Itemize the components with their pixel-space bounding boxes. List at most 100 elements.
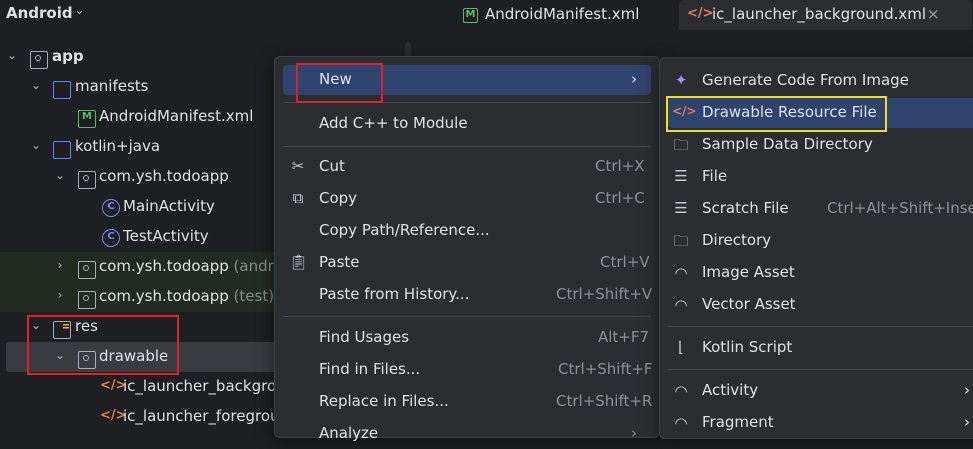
menu-item-label: Copy Path/Reference... <box>319 221 490 239</box>
submenu-item-fragment[interactable]: ◠ Fragment › <box>668 408 973 438</box>
manifest-file-icon: M <box>463 8 478 23</box>
package-icon <box>78 171 96 189</box>
submenu-item-scratch-file[interactable]: ☰ Scratch File Ctrl+Alt+Shift+Inser <box>668 194 973 224</box>
menu-item-label: Add C++ to Module <box>319 114 468 132</box>
tab-label: ic_launcher_background.xml <box>712 5 927 23</box>
kotlin-class-icon: C <box>102 199 120 217</box>
highlight-box-new <box>296 63 383 103</box>
menu-item-find-in-files[interactable]: Find in Files... Ctrl+Shift+F <box>283 355 653 385</box>
chevron-down-icon[interactable]: ⌄ <box>29 78 43 92</box>
chevron-right-icon[interactable]: › <box>53 288 67 302</box>
menu-item-label: Vector Asset <box>702 295 796 313</box>
menu-item-label: Image Asset <box>702 263 795 281</box>
chevron-down-icon[interactable]: ⌄ <box>53 168 67 182</box>
chevron-right-icon: › <box>631 424 637 442</box>
menu-shortcut: Ctrl+V <box>600 253 650 271</box>
tree-node-label: AndroidManifest.xml <box>99 107 254 125</box>
menu-shortcut: Ctrl+Shift+F <box>558 360 653 378</box>
menu-item-label: Analyze <box>319 424 379 442</box>
package-icon <box>78 291 96 309</box>
module-folder-icon <box>30 51 48 69</box>
scratch-file-icon: ☰ <box>674 199 688 217</box>
menu-shortcut: Ctrl+Alt+Shift+Inser <box>827 199 973 217</box>
submenu-item-image-asset[interactable]: ◠ Image Asset <box>668 258 973 288</box>
menu-item-replace-in-files[interactable]: Replace in Files... Ctrl+Shift+R <box>283 387 653 417</box>
chevron-right-icon: › <box>631 70 637 88</box>
menu-item-label: Copy <box>319 189 358 207</box>
menu-item-label: Sample Data Directory <box>702 135 873 153</box>
tree-node-label: ic_launcher_foregrou <box>123 407 280 425</box>
close-icon[interactable]: × <box>927 5 940 23</box>
menu-item-label: Paste <box>319 253 360 271</box>
project-view-title[interactable]: Android <box>6 4 73 22</box>
folder-icon <box>53 81 71 99</box>
scissors-icon: ✂ <box>291 157 305 175</box>
submenu-item-generate-code[interactable]: ✦ Generate Code From Image <box>668 66 973 96</box>
tree-node-label: manifests <box>75 77 149 95</box>
clipboard-icon: 📋︎ <box>289 253 309 271</box>
chevron-down-icon[interactable]: ⌄ <box>29 138 43 152</box>
chevron-down-icon[interactable]: ⌄ <box>74 3 85 18</box>
xml-file-icon: </> <box>687 6 714 21</box>
folder-icon: 🗀︎ <box>673 136 689 154</box>
android-icon: ◠ <box>674 296 688 314</box>
menu-item-copy-path[interactable]: Copy Path/Reference... <box>283 216 651 246</box>
menu-shortcut: Ctrl+Shift+V <box>556 285 653 303</box>
menu-item-label: Activity <box>702 381 759 399</box>
editor-tab-bar: M AndroidManifest.xml </> ic_launcher_ba… <box>423 0 973 30</box>
kotlin-class-icon: C <box>102 229 120 247</box>
android-icon: ◠ <box>674 382 688 400</box>
tree-node-suffix: (test) <box>233 287 275 305</box>
menu-shortcut: Ctrl+Shift+R <box>556 392 653 410</box>
menu-shortcut: Ctrl+C <box>595 189 645 207</box>
tree-node-label: com.ysh.todoapp <box>99 257 229 275</box>
menu-separator <box>668 369 973 370</box>
folder-icon: 🗀︎ <box>673 232 689 250</box>
menu-item-label: Replace in Files... <box>319 392 449 410</box>
menu-item-analyze[interactable]: Analyze › <box>283 419 651 449</box>
menu-item-label: Find Usages <box>319 328 410 346</box>
menu-separator <box>283 146 651 147</box>
tab-ic-launcher-background[interactable]: </> ic_launcher_background.xml × <box>679 0 972 30</box>
tree-node-label: com.ysh.todoapp <box>99 167 229 185</box>
menu-item-copy[interactable]: ⧉ Copy Ctrl+C <box>283 184 651 214</box>
context-menu: New › Add C++ to Module ✂ Cut Ctrl+X ⧉ C… <box>274 56 660 442</box>
submenu-item-activity[interactable]: ◠ Activity › <box>668 376 973 406</box>
chevron-right-icon: › <box>964 413 970 431</box>
project-panel-header[interactable]: Android ⌄ <box>0 0 420 28</box>
menu-item-label: Fragment <box>702 413 774 431</box>
menu-separator <box>283 316 651 317</box>
xml-file-icon: </> <box>100 378 127 393</box>
menu-item-label: Find in Files... <box>319 360 421 378</box>
menu-item-label: Cut <box>319 157 345 175</box>
manifest-file-icon: M <box>78 110 96 128</box>
android-icon: ◠ <box>674 414 688 432</box>
submenu-item-file[interactable]: ☰ File <box>668 162 973 192</box>
submenu-item-directory[interactable]: 🗀︎ Directory <box>668 226 973 256</box>
tree-node-label: TestActivity <box>123 227 209 245</box>
chevron-down-icon[interactable]: ⌄ <box>5 48 19 62</box>
submenu-item-vector-asset[interactable]: ◠ Vector Asset <box>668 290 973 320</box>
menu-item-label: Directory <box>702 231 772 249</box>
tree-node-label: kotlin+java <box>75 137 161 155</box>
submenu-item-sample-data-directory[interactable]: 🗀︎ Sample Data Directory <box>668 130 973 160</box>
tree-node-label: ic_launcher_backgrou <box>123 377 286 395</box>
menu-item-paste-history[interactable]: Paste from History... Ctrl+Shift+V <box>283 280 653 310</box>
kotlin-script-icon: ⌊ <box>678 338 684 356</box>
menu-item-find-usages[interactable]: Find Usages Alt+F7 <box>283 323 651 353</box>
chevron-right-icon[interactable]: › <box>53 258 67 272</box>
submenu-item-kotlin-script[interactable]: ⌊ Kotlin Script <box>668 333 973 363</box>
menu-item-label: File <box>702 167 728 185</box>
tab-label: AndroidManifest.xml <box>485 5 640 23</box>
text-file-icon: ☰ <box>674 167 688 185</box>
menu-item-add-cpp[interactable]: Add C++ to Module <box>283 109 651 139</box>
highlight-box-res <box>27 315 179 375</box>
menu-item-paste[interactable]: 📋︎ Paste Ctrl+V <box>283 248 651 278</box>
menu-item-label: Paste from History... <box>319 285 470 303</box>
menu-item-cut[interactable]: ✂ Cut Ctrl+X <box>283 152 651 182</box>
tab-androidmanifest[interactable]: M AndroidManifest.xml <box>455 0 675 30</box>
package-icon <box>78 261 96 279</box>
copy-icon: ⧉ <box>292 189 304 207</box>
android-icon: ◠ <box>674 264 688 282</box>
highlight-box-drawable-resource-file <box>666 96 887 132</box>
